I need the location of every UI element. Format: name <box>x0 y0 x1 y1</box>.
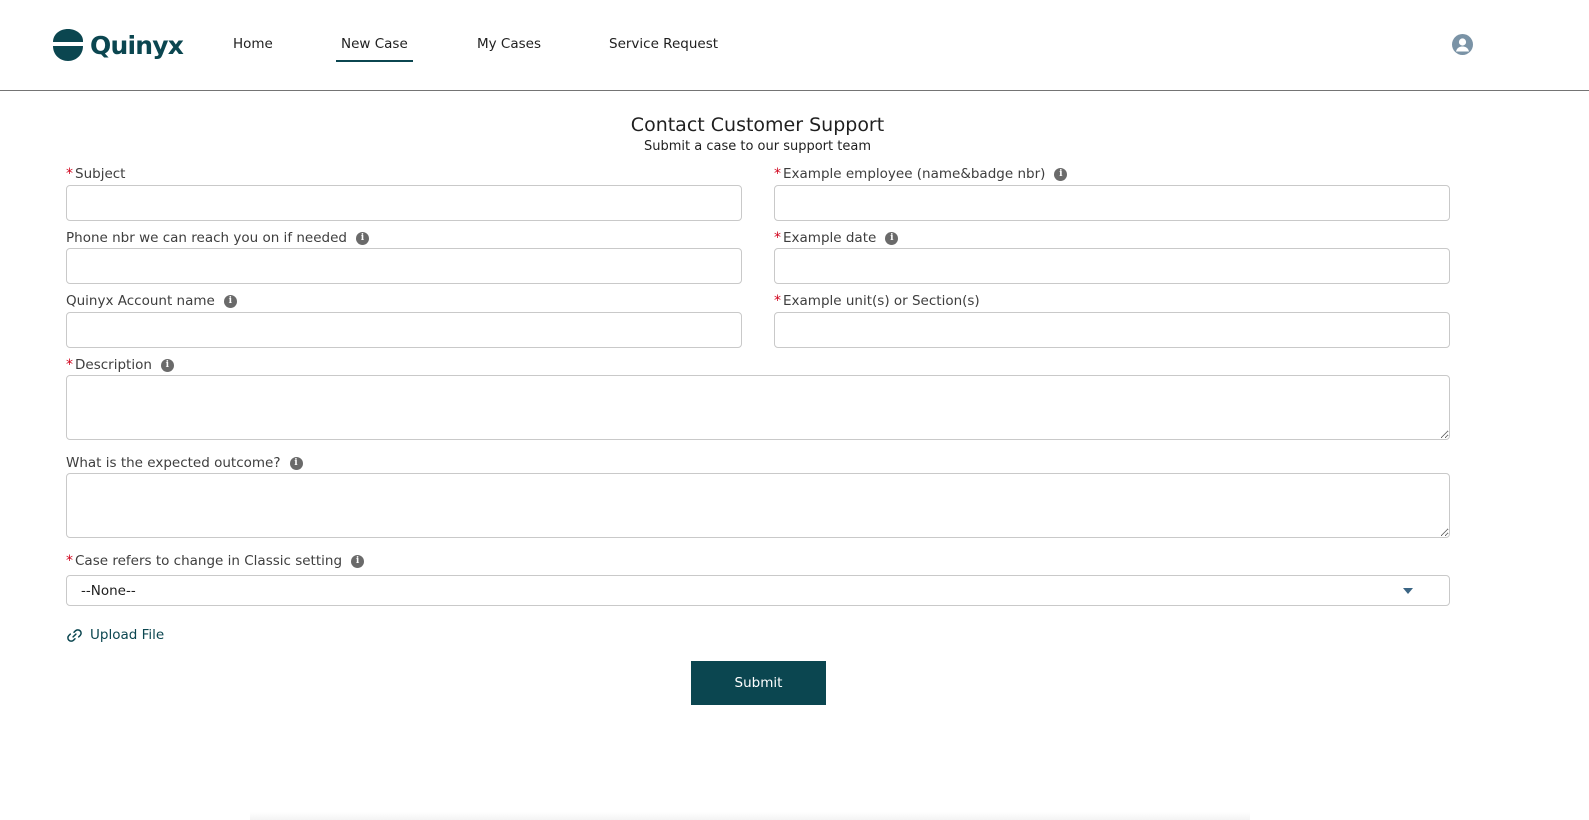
expected-outcome-label-text: What is the expected outcome? <box>66 455 281 471</box>
quinyx-logo[interactable]: Quinyx <box>50 28 184 62</box>
info-icon[interactable]: i <box>355 231 369 245</box>
phone-label-text: Phone nbr we can reach you on if needed <box>66 230 347 246</box>
quinyx-logo-icon <box>53 29 83 61</box>
info-icon[interactable]: i <box>223 294 237 308</box>
user-avatar-icon[interactable] <box>1452 34 1473 55</box>
example-units-label: * Example unit(s) or Section(s) <box>774 293 980 309</box>
required-marker: * <box>774 293 781 309</box>
page-title: Contact Customer Support <box>630 114 885 136</box>
description-label: * Description i <box>66 357 174 373</box>
info-icon[interactable]: i <box>160 358 174 372</box>
example-units-input[interactable] <box>774 312 1450 348</box>
classic-setting-label: * Case refers to change in Classic setti… <box>66 553 365 569</box>
example-units-label-text: Example unit(s) or Section(s) <box>783 293 980 309</box>
classic-setting-select[interactable]: --None-- <box>66 575 1450 606</box>
brand-name: Quinyx <box>90 30 184 60</box>
subject-input[interactable] <box>66 185 742 221</box>
example-employee-label: * Example employee (name&badge nbr) i <box>774 166 1068 182</box>
required-marker: * <box>774 230 781 246</box>
chevron-down-icon <box>1403 588 1413 594</box>
nav-my-cases[interactable]: My Cases <box>477 36 541 52</box>
nav-service-request[interactable]: Service Request <box>609 36 718 52</box>
phone-input[interactable] <box>66 248 742 284</box>
phone-label: Phone nbr we can reach you on if needed … <box>66 230 369 246</box>
submit-button[interactable]: Submit <box>691 661 826 705</box>
nav-new-case[interactable]: New Case <box>336 36 413 62</box>
account-name-label-text: Quinyx Account name <box>66 293 215 309</box>
expected-outcome-label: What is the expected outcome? i <box>66 455 303 471</box>
info-icon[interactable]: i <box>885 231 899 245</box>
example-date-input[interactable] <box>774 248 1450 284</box>
classic-setting-label-text: Case refers to change in Classic setting <box>75 553 343 569</box>
upload-file-link[interactable]: Upload File <box>67 627 164 643</box>
required-marker: * <box>66 166 73 182</box>
info-icon[interactable]: i <box>1054 167 1068 181</box>
example-date-label-text: Example date <box>783 230 877 246</box>
page-subtitle: Submit a case to our support team <box>644 139 871 154</box>
upload-file-label: Upload File <box>90 627 165 643</box>
footer-divider <box>250 812 1250 820</box>
nav-home[interactable]: Home <box>233 36 273 52</box>
required-marker: * <box>774 166 781 182</box>
subject-label-text: Subject <box>75 166 126 182</box>
example-employee-input[interactable] <box>774 185 1450 221</box>
example-employee-label-text: Example employee (name&badge nbr) <box>783 166 1046 182</box>
subject-label: * Subject <box>66 166 125 182</box>
example-date-label: * Example date i <box>774 230 899 246</box>
description-label-text: Description <box>75 357 152 373</box>
required-marker: * <box>66 553 73 569</box>
expected-outcome-textarea[interactable] <box>66 473 1450 538</box>
info-icon[interactable]: i <box>289 456 303 470</box>
account-name-input[interactable] <box>66 312 742 348</box>
paperclip-icon <box>67 628 82 642</box>
description-textarea[interactable] <box>66 375 1450 440</box>
classic-setting-selected-value: --None-- <box>81 583 136 599</box>
info-icon[interactable]: i <box>351 554 365 568</box>
top-navigation-bar: Quinyx Home New Case My Cases Service Re… <box>0 0 1589 91</box>
account-name-label: Quinyx Account name i <box>66 293 237 309</box>
required-marker: * <box>66 357 73 373</box>
